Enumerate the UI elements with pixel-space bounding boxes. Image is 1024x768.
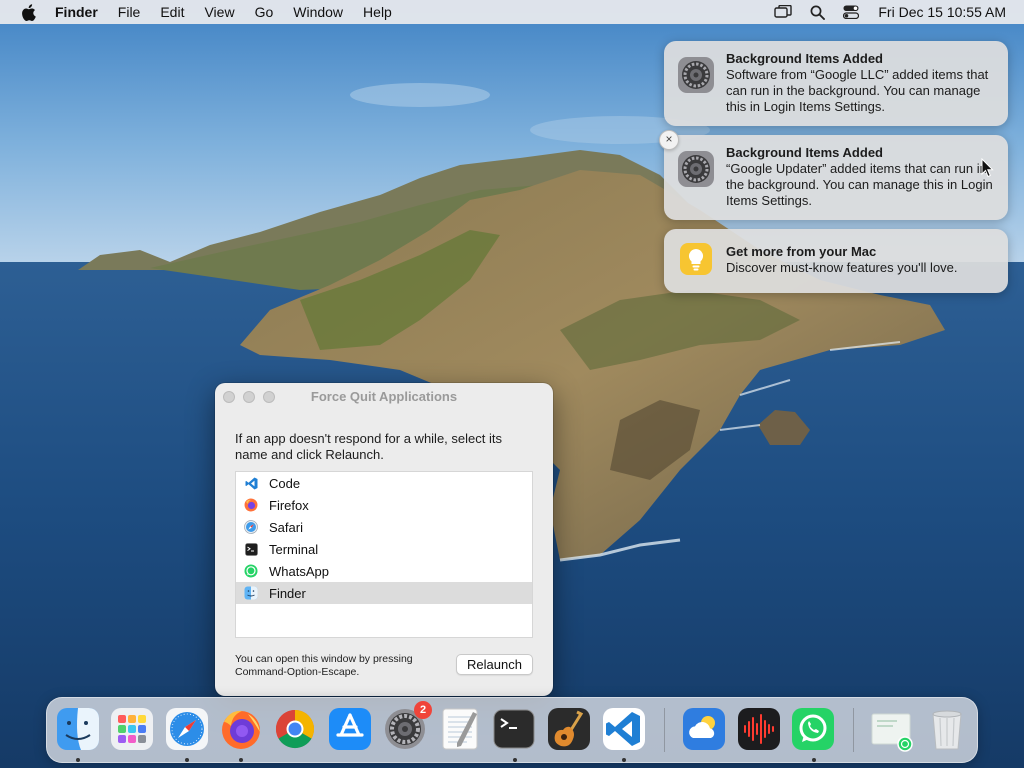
app-row-terminal[interactable]: Terminal: [236, 538, 532, 560]
running-indicator: [812, 758, 816, 762]
relaunch-button[interactable]: Relaunch: [456, 654, 533, 675]
menu-app-name[interactable]: Finder: [51, 0, 108, 24]
menu-clock[interactable]: Fri Dec 15 10:55 AM: [878, 4, 1006, 20]
dock-item-launchpad[interactable]: [109, 706, 155, 752]
force-quit-window: Force Quit Applications If an app doesn'…: [215, 383, 553, 696]
spotlight-search-icon[interactable]: [808, 3, 826, 21]
window-title: Force Quit Applications: [310, 389, 458, 404]
app-name: Safari: [269, 519, 303, 535]
vscode-icon: [603, 708, 645, 750]
menu-help[interactable]: Help: [353, 0, 402, 24]
finder-icon: [57, 708, 99, 750]
force-quit-hint: You can open this window by pressing Com…: [235, 653, 413, 678]
dock-item-terminal[interactable]: [491, 706, 537, 752]
dock-item-vscode[interactable]: [601, 706, 647, 752]
dock-separator: [853, 708, 854, 752]
dock-item-system-settings[interactable]: 2: [382, 701, 432, 752]
menu-view[interactable]: View: [194, 0, 244, 24]
notification-body: “Google Updater” added items that can ru…: [726, 161, 993, 208]
notification-title: Get more from your Mac: [726, 244, 877, 259]
force-quit-description: If an app doesn't respond for a while, s…: [235, 431, 502, 462]
system-settings-icon: [676, 149, 716, 189]
dock-item-app-store[interactable]: [327, 706, 373, 752]
running-indicator: [76, 758, 80, 762]
running-indicator: [513, 758, 517, 762]
dock-item-whatsapp-download[interactable]: [869, 706, 915, 752]
dock-item-firefox[interactable]: [218, 706, 264, 752]
notification-background-items-google-updater[interactable]: Background Items Added “Google Updater” …: [664, 135, 1008, 220]
app-name: Finder: [269, 585, 306, 601]
notification-badge: 2: [414, 701, 432, 719]
weather-icon: [683, 708, 725, 750]
dock-item-textedit[interactable]: [437, 706, 483, 752]
dock-item-finder[interactable]: [55, 706, 101, 752]
app-row-finder[interactable]: Finder: [236, 582, 532, 604]
garageband-icon: [548, 708, 590, 750]
dock-item-trash[interactable]: [924, 706, 970, 752]
safari-icon: [244, 520, 258, 534]
app-row-safari[interactable]: Safari: [236, 516, 532, 538]
voice-memos-icon: [738, 708, 780, 750]
app-name: WhatsApp: [269, 563, 329, 579]
system-settings-icon: [676, 55, 716, 95]
dock-item-chrome[interactable]: [272, 706, 318, 752]
tips-lightbulb-icon: [676, 239, 716, 279]
dock: 2: [46, 697, 978, 763]
dock-item-weather[interactable]: [681, 706, 727, 752]
whatsapp-icon: [244, 564, 258, 578]
terminal-icon: [244, 542, 258, 556]
app-name: Firefox: [269, 497, 309, 513]
app-list[interactable]: Code Firefox Safari Terminal WhatsApp Fi…: [235, 471, 533, 638]
terminal-icon: [493, 709, 535, 749]
vscode-icon: [244, 476, 258, 490]
app-store-icon: [329, 708, 371, 750]
notification-body: Discover must-know features you'll love.: [726, 260, 958, 275]
dock-item-safari[interactable]: [164, 706, 210, 752]
dock-item-voice-memos[interactable]: [736, 706, 782, 752]
menu-edit[interactable]: Edit: [150, 0, 194, 24]
app-name: Code: [269, 475, 301, 491]
firefox-icon: [244, 498, 258, 512]
mouse-cursor-icon: [981, 158, 994, 178]
notification-title: Background Items Added: [726, 145, 883, 160]
app-row-code[interactable]: Code: [236, 472, 532, 494]
running-indicator: [185, 758, 189, 762]
safari-icon: [166, 708, 208, 750]
trash-icon: [932, 710, 962, 750]
app-row-whatsapp[interactable]: WhatsApp: [236, 560, 532, 582]
dock-item-garageband[interactable]: [546, 706, 592, 752]
app-row-firefox[interactable]: Firefox: [236, 494, 532, 516]
menu-window[interactable]: Window: [283, 0, 353, 24]
notification-close-button[interactable]: ×: [659, 130, 679, 150]
notification-title: Background Items Added: [726, 51, 883, 66]
running-indicator: [622, 758, 626, 762]
menu-bar: Finder File Edit View Go Window Help Fri…: [0, 0, 1024, 24]
finder-icon: [244, 586, 258, 600]
notification-background-items-google[interactable]: Background Items Added Software from “Go…: [664, 41, 1008, 126]
menu-go[interactable]: Go: [245, 0, 284, 24]
dock-item-whatsapp[interactable]: [790, 706, 836, 752]
running-indicator: [239, 758, 243, 762]
app-name: Terminal: [269, 541, 319, 557]
chrome-icon: [275, 709, 315, 749]
window-titlebar[interactable]: Force Quit Applications: [215, 383, 553, 411]
notification-body: Software from “Google LLC” added items t…: [726, 67, 989, 114]
firefox-icon: [222, 710, 260, 749]
screen-mirroring-icon[interactable]: [774, 3, 793, 21]
notification-get-more-from-mac[interactable]: Get more from your Mac Discover must-kno…: [664, 229, 1008, 293]
whatsapp-icon: [792, 708, 834, 750]
download-whatsapp-icon: [871, 713, 913, 752]
textedit-icon: [442, 708, 478, 750]
control-center-icon[interactable]: [842, 3, 860, 21]
launchpad-icon: [111, 708, 153, 750]
menu-file[interactable]: File: [108, 0, 151, 24]
dock-separator: [664, 708, 665, 752]
apple-menu-icon[interactable]: [17, 1, 39, 23]
